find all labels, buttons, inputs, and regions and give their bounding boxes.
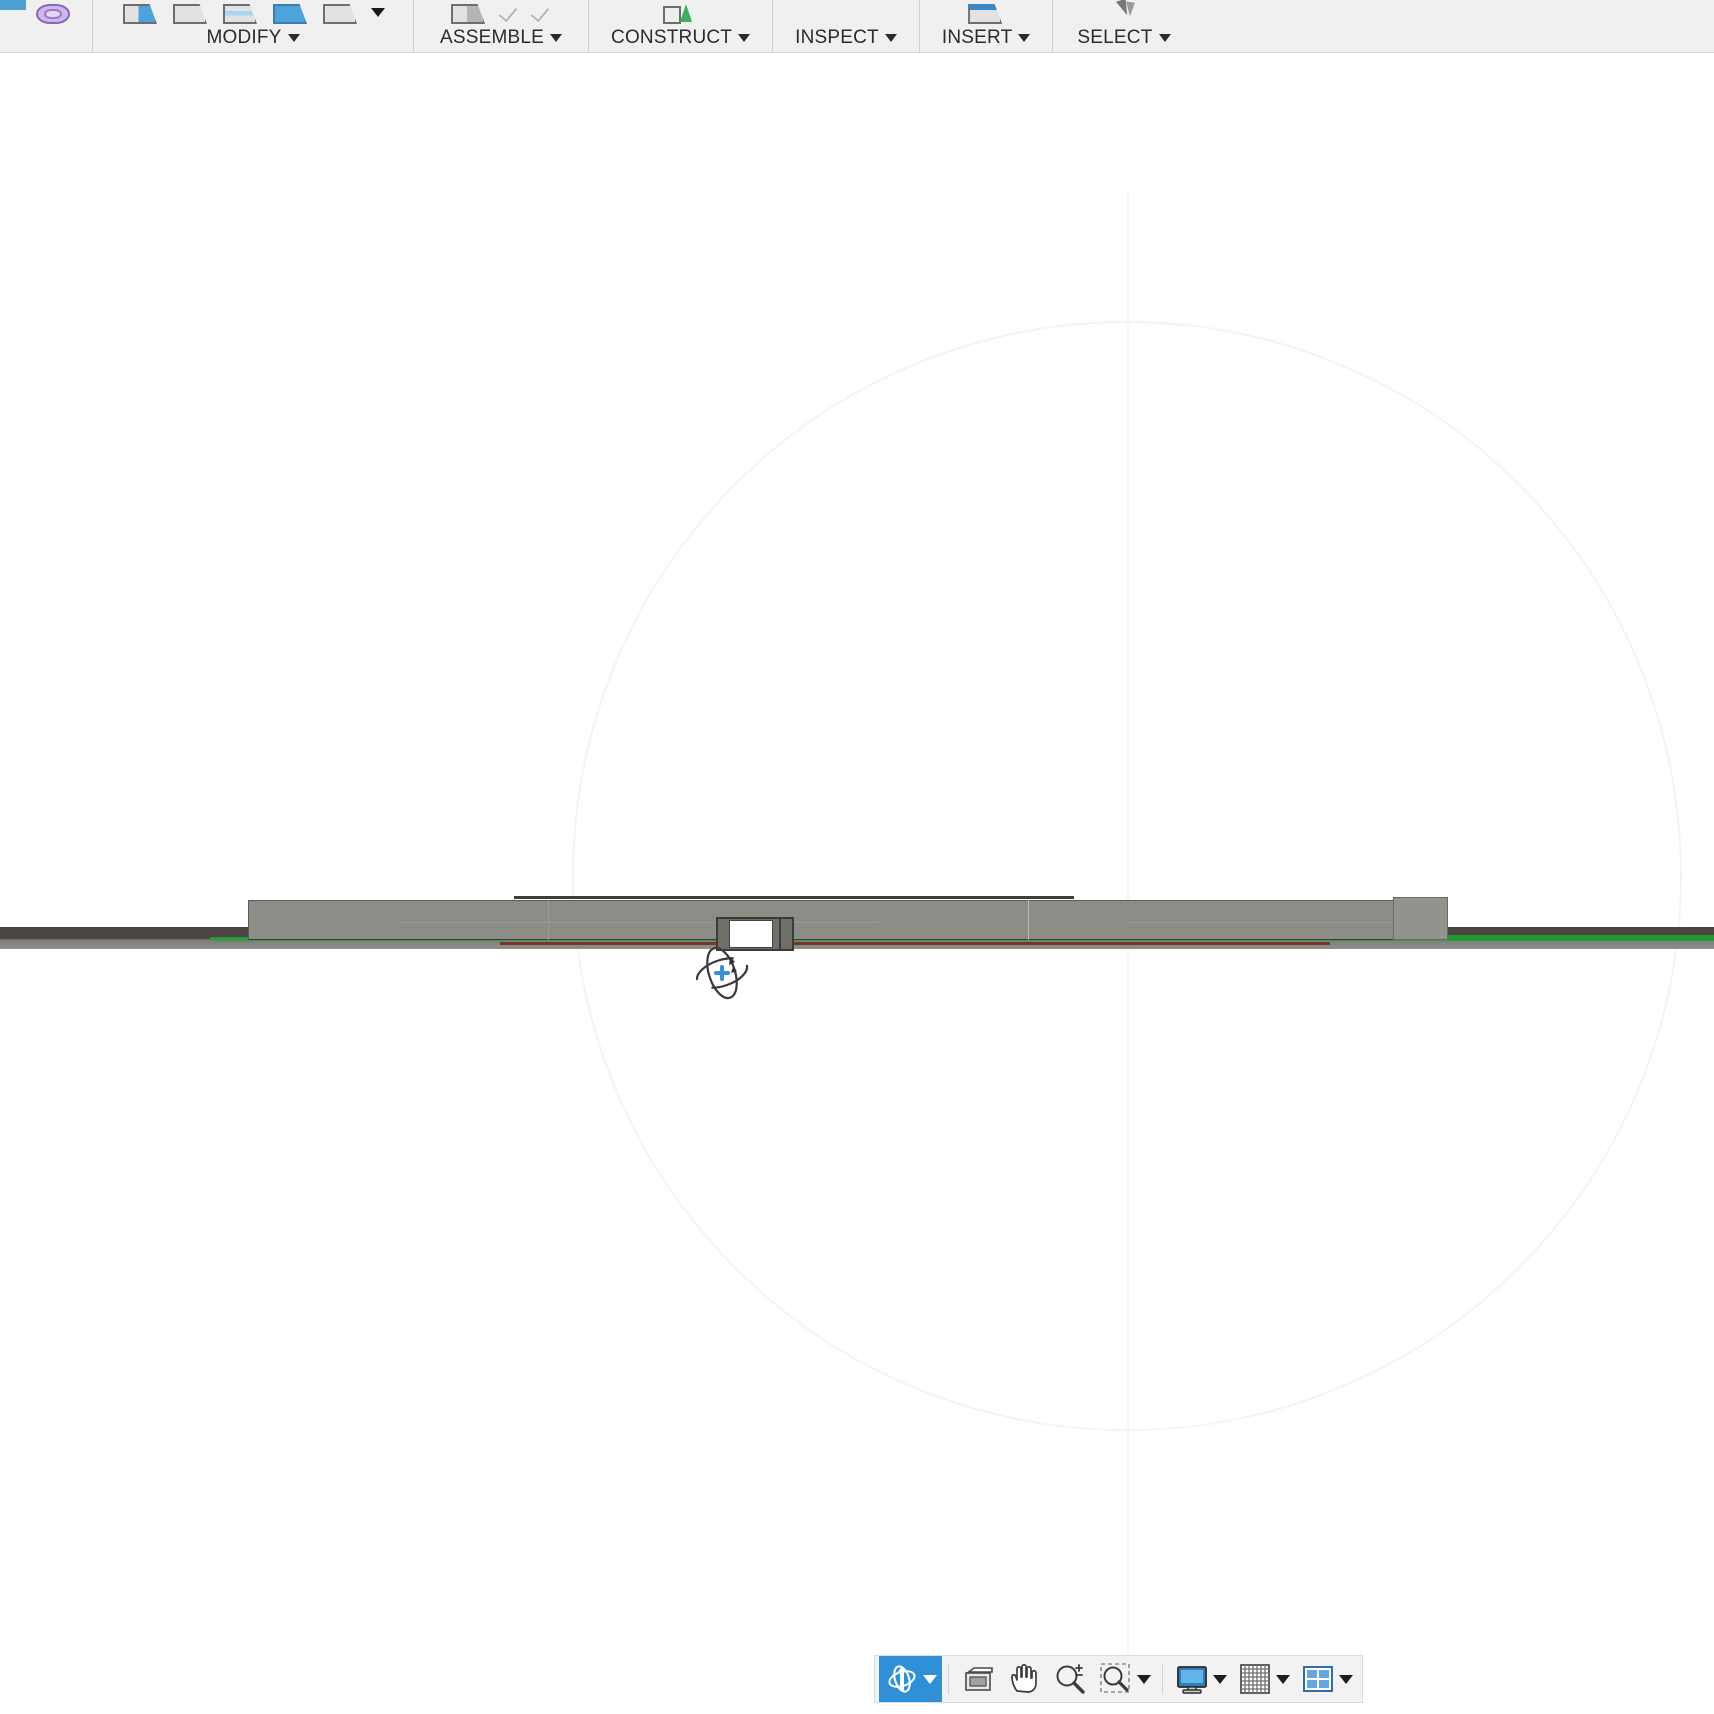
ribbon-panel-select-label: SELECT <box>1077 24 1171 52</box>
ribbon-panel-inspect[interactable]: INSPECT <box>772 0 919 52</box>
zoom-window-dropdown-caret-icon[interactable] <box>1137 1674 1151 1684</box>
ribbon-panel-construct-label: CONSTRUCT <box>611 24 751 52</box>
model-top-edge-highlight <box>514 896 1074 899</box>
ribbon-panel-insert-label: INSERT <box>942 24 1031 52</box>
model-ghost-edge-left <box>398 922 878 923</box>
chevron-down-icon[interactable] <box>1158 34 1171 42</box>
inspect-label-text: INSPECT <box>795 27 879 48</box>
ribbon-toolbar: . MODIFY ASSE <box>0 0 1714 53</box>
display-settings-button[interactable] <box>1169 1656 1232 1702</box>
display-monitor-icon <box>1177 1666 1207 1694</box>
ribbon-panel-select[interactable]: SELECT <box>1052 0 1194 52</box>
ribbon-panel-modify-icons <box>121 0 385 24</box>
construct-label-text: CONSTRUCT <box>611 27 733 48</box>
chevron-down-icon[interactable] <box>550 34 563 42</box>
3d-viewport-canvas[interactable] <box>0 53 1714 1714</box>
viewports-icon <box>1303 1666 1333 1692</box>
grid-icon <box>1240 1664 1270 1694</box>
ribbon-panel-assemble-icons <box>449 0 553 24</box>
viewports-dropdown-caret-icon[interactable] <box>1339 1674 1353 1684</box>
ribbon-panel-create-icons <box>34 0 74 24</box>
model-ghost-edge-right <box>1128 922 1418 923</box>
model-slot-divider <box>779 919 781 949</box>
select-cursor-icon[interactable] <box>1110 0 1138 24</box>
navbar-divider <box>948 1664 949 1694</box>
cad-application-window: . MODIFY ASSE <box>0 0 1714 1714</box>
modify-label-text: MODIFY <box>206 27 282 48</box>
chevron-down-icon[interactable] <box>1018 34 1031 42</box>
display-settings-dropdown-caret-icon[interactable] <box>1213 1674 1227 1684</box>
modify-overflow-caret-icon[interactable] <box>371 8 385 17</box>
zoom-button[interactable] <box>1047 1656 1093 1702</box>
joint-icon[interactable] <box>499 2 521 24</box>
as-built-joint-icon[interactable] <box>531 2 553 24</box>
ribbon-panel-construct[interactable]: CONSTRUCT <box>588 0 772 52</box>
ribbon-panel-modify-label: MODIFY <box>206 24 300 52</box>
ribbon-panel-insert-icons <box>966 0 1006 24</box>
ribbon-panel-insert[interactable]: INSERT <box>918 0 1053 52</box>
free-orbit-cursor <box>690 941 754 1005</box>
model-inner-edge-right <box>1028 900 1029 940</box>
draft-icon[interactable] <box>271 0 311 24</box>
model-right-face[interactable] <box>1393 897 1448 940</box>
press-pull-icon[interactable] <box>121 0 161 24</box>
orbit-icon <box>888 1665 916 1693</box>
ribbon-panel-inspect-label: INSPECT <box>795 24 897 52</box>
ribbon-panel-select-icons <box>1110 0 1138 24</box>
look-at-button[interactable] <box>955 1656 1001 1702</box>
fillet-icon[interactable] <box>171 0 211 24</box>
y-axis-line <box>500 942 1330 945</box>
zoom-window-icon <box>1100 1663 1130 1693</box>
navigation-toolbar <box>874 1655 1363 1703</box>
pan-hand-icon <box>1011 1663 1037 1693</box>
ribbon-panel-modify[interactable]: MODIFY <box>92 0 413 52</box>
model-inner-edge-left <box>548 900 549 940</box>
orbit-dropdown-caret-icon[interactable] <box>923 1674 937 1684</box>
insert-mcmaster-icon[interactable] <box>966 0 1006 24</box>
pan-button[interactable] <box>1001 1656 1047 1702</box>
insert-label-text: INSERT <box>941 27 1013 48</box>
navbar-divider <box>1162 1664 1163 1694</box>
grid-and-snaps-button[interactable] <box>1232 1656 1295 1702</box>
chevron-down-icon[interactable] <box>884 34 897 42</box>
ribbon-panel-create: . <box>0 0 92 52</box>
ribbon-panel-construct-icons <box>661 0 701 24</box>
scale-icon[interactable] <box>321 0 361 24</box>
model-front-face[interactable] <box>248 900 1448 940</box>
model-body[interactable] <box>248 896 1448 951</box>
shell-icon[interactable] <box>221 0 261 24</box>
viewports-button[interactable] <box>1295 1656 1358 1702</box>
look-at-icon <box>965 1667 993 1691</box>
zoom-window-button[interactable] <box>1093 1656 1156 1702</box>
orbit-button[interactable] <box>879 1656 942 1702</box>
revolve-icon[interactable] <box>34 0 74 24</box>
new-component-icon[interactable] <box>449 0 489 24</box>
ribbon-panel-assemble[interactable]: ASSEMBLE <box>413 0 588 52</box>
assemble-label-text: ASSEMBLE <box>440 27 545 48</box>
select-label-text: SELECT <box>1077 27 1153 48</box>
zoom-magnifier-icon <box>1056 1664 1085 1694</box>
chevron-down-icon[interactable] <box>287 34 300 42</box>
ribbon-panel-assemble-label: ASSEMBLE <box>440 24 563 52</box>
grid-dropdown-caret-icon[interactable] <box>1276 1674 1290 1684</box>
offset-plane-icon[interactable] <box>661 0 701 24</box>
chevron-down-icon[interactable] <box>738 34 751 42</box>
